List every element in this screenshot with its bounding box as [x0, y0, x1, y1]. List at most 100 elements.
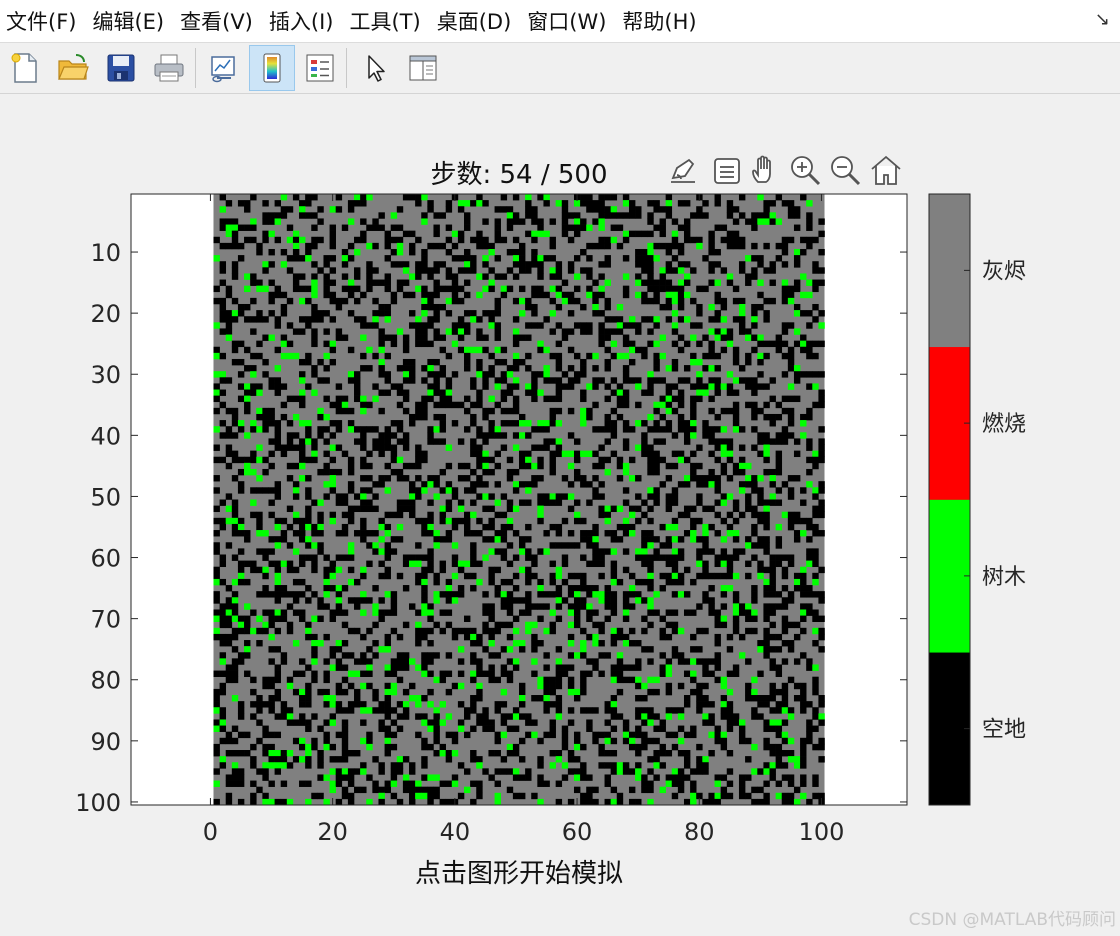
heatmap-cell [329, 517, 336, 525]
heatmap-cell [555, 444, 563, 451]
heatmap-cell [256, 523, 263, 531]
watermark-text: CSDN @MATLAB代码顾问 [908, 910, 1116, 930]
heatmap-cell [738, 468, 746, 476]
print-button[interactable] [146, 45, 192, 91]
heatmap-cell [635, 682, 642, 690]
heatmap-cell [641, 780, 648, 787]
new-figure-button[interactable] [2, 45, 48, 91]
heatmap-cell [396, 701, 404, 708]
insert-legend-button[interactable] [297, 45, 343, 91]
heatmap-cell [628, 530, 636, 537]
heatmap-cell [482, 413, 489, 421]
heatmap-cell [402, 340, 410, 348]
heatmap-cell [396, 658, 404, 665]
zoom-in-icon[interactable] [791, 156, 821, 186]
heatmap-cell [396, 676, 404, 684]
menu-insert[interactable]: 插入(I) [261, 0, 342, 42]
heatmap-cell [464, 707, 471, 714]
heatmap-cell [775, 701, 783, 708]
link-plot-button[interactable] [201, 45, 247, 91]
heatmap-image[interactable] [213, 194, 825, 806]
brush-icon[interactable] [671, 158, 695, 183]
heatmap-cell [237, 713, 245, 720]
heatmap-cell [390, 224, 398, 231]
heatmap-cell [421, 248, 428, 256]
heatmap-cell [610, 450, 618, 458]
data-tips-icon[interactable] [714, 158, 740, 184]
home-icon[interactable] [871, 155, 901, 185]
menu-view[interactable]: 查看(V) [172, 0, 261, 42]
heatmap-cell [751, 695, 758, 702]
heatmap-cell [476, 426, 483, 433]
pan-icon[interactable] [752, 155, 771, 183]
heatmap-cell [280, 560, 288, 568]
heatmap-cell [592, 530, 599, 537]
menu-edit[interactable]: 编辑(E) [84, 0, 172, 42]
heatmap-cell [671, 707, 679, 714]
insert-colorbar-button[interactable] [249, 45, 295, 91]
heatmap-cell [708, 468, 715, 476]
heatmap-cell [726, 633, 734, 641]
figure-canvas[interactable]: 步数: 54 / 500 0 20 40 60 80 100 10 20 30 … [0, 94, 1120, 936]
heatmap-cell [677, 786, 685, 794]
heatmap-cell [280, 707, 288, 714]
heatmap-cell [439, 346, 446, 354]
heatmap-cell [274, 688, 281, 696]
heatmap-cell [519, 242, 526, 250]
heatmap-cell [573, 542, 581, 549]
figure-svg[interactable]: 步数: 54 / 500 0 20 40 60 80 100 102030405… [0, 94, 1120, 936]
property-editor-button[interactable] [400, 45, 446, 91]
dock-arrow-icon[interactable]: ↘ [1095, 9, 1110, 30]
heatmap-cell [745, 462, 752, 470]
heatmap-cell [659, 481, 666, 488]
heatmap-cell [341, 750, 349, 757]
menu-window[interactable]: 窗口(W) [519, 0, 614, 42]
save-button[interactable] [98, 45, 144, 91]
open-file-button[interactable] [50, 45, 96, 91]
heatmap-cell [787, 511, 795, 519]
heatmap-cell [354, 236, 361, 244]
colorbar[interactable]: 空地树木燃烧灰烬 [928, 193, 1026, 806]
heatmap-cell [580, 322, 587, 329]
heatmap-cell [665, 365, 673, 372]
heatmap-cell [677, 682, 685, 690]
heatmap-cell [732, 517, 740, 525]
heatmap-cell [610, 701, 618, 708]
heatmap-cell [323, 585, 330, 592]
heatmap-cell [555, 389, 563, 396]
menu-help[interactable]: 帮助(H) [614, 0, 704, 42]
heatmap-cell [751, 316, 758, 323]
heatmap-cell [696, 340, 703, 348]
heatmap-cell [659, 242, 666, 250]
heatmap-cell [354, 627, 361, 635]
heatmap-cell [299, 719, 306, 726]
heatmap-cell [415, 407, 422, 415]
heatmap-cell [451, 737, 459, 745]
menu-tools[interactable]: 工具(T) [341, 0, 428, 42]
heatmap-cell [506, 212, 514, 219]
heatmap-cell [671, 493, 679, 500]
zoom-out-icon[interactable] [831, 156, 861, 186]
heatmap-cell [525, 609, 532, 616]
heatmap-cell [757, 517, 764, 525]
heatmap-cell [519, 640, 526, 647]
heatmap-cell [549, 242, 556, 250]
heatmap-cell [604, 615, 611, 622]
heatmap-cell [537, 798, 544, 806]
menu-desktop[interactable]: 桌面(D) [429, 0, 520, 42]
menu-file[interactable]: 文件(F) [0, 0, 84, 42]
heatmap-cell [555, 591, 563, 598]
heatmap-cell [519, 248, 526, 256]
edit-plot-button[interactable] [352, 45, 398, 91]
heatmap-cell [317, 236, 324, 244]
heatmap-cell [555, 358, 563, 366]
heatmap-cell [628, 456, 636, 464]
heatmap-cell [732, 206, 740, 213]
heatmap-cell [445, 487, 453, 494]
heatmap-cell [488, 395, 495, 403]
heatmap-cell [512, 530, 520, 537]
heatmap-cell [525, 597, 532, 604]
heatmap-cell [268, 279, 275, 286]
heatmap-cell [329, 297, 336, 305]
heatmap-cell [366, 475, 373, 482]
